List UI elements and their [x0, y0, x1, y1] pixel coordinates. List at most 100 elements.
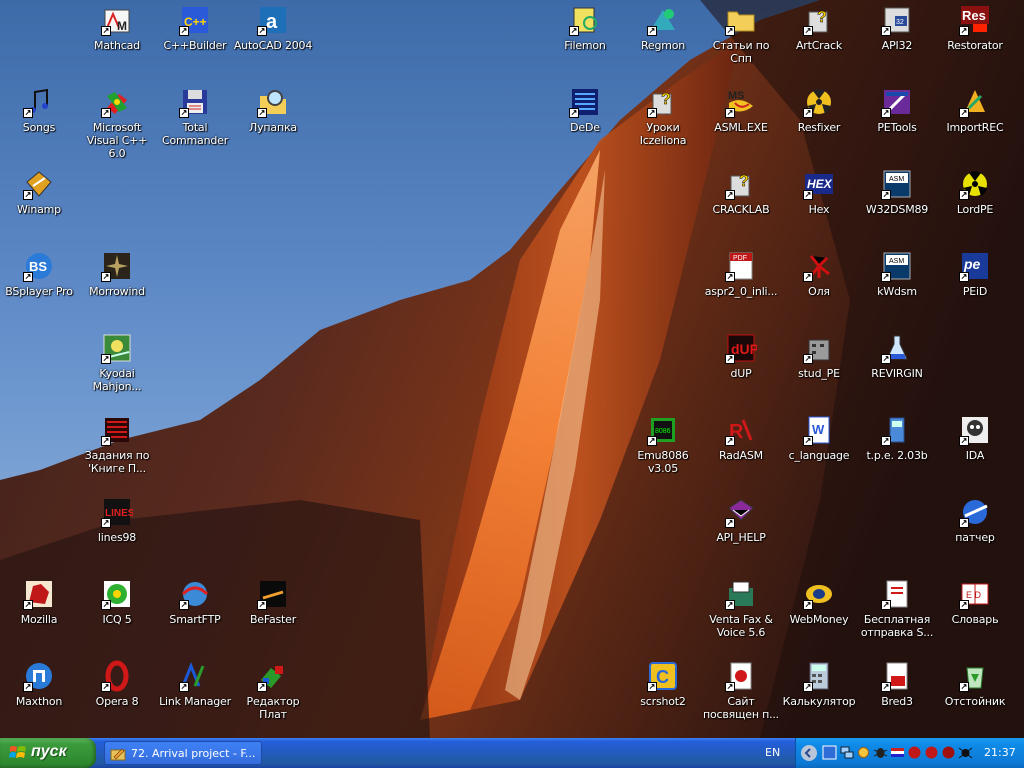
desktop-icon[interactable]: ↗ Microsoft Visual C++ 6.0: [76, 84, 158, 162]
desktop-icon[interactable]: ↗ Редактор Плат: [232, 658, 314, 736]
desktop-icon[interactable]: PDF ↗ aspr2_0_inli...: [700, 248, 782, 326]
desktop-icon[interactable]: ↗ Songs: [0, 84, 80, 162]
desktop-icon[interactable]: ↗ Kyodai Mahjon...: [76, 330, 158, 408]
tray-expand-icon[interactable]: [801, 745, 817, 761]
language-indicator[interactable]: EN: [765, 746, 780, 759]
desktop-icon[interactable]: ↗ Оля: [778, 248, 860, 326]
desktop-icon[interactable]: ↗ Filemon: [544, 2, 626, 80]
desktop-icon[interactable]: ↗ Total Commander: [154, 84, 236, 162]
asm-window-icon: ASM ↗: [881, 168, 913, 200]
book-icon: ↗: [725, 496, 757, 528]
desktop-icon[interactable]: ↗ Venta Fax & Voice 5.6: [700, 576, 782, 654]
desktop-icon[interactable]: ↗ Morrowind: [76, 248, 158, 326]
desktop-icon[interactable]: ↗ Mozilla: [0, 576, 80, 654]
html-page-icon: ↗: [725, 660, 757, 692]
desktop-icon[interactable]: ↗ Regmon: [622, 2, 704, 80]
desktop-icon[interactable]: ↗ DeDe: [544, 84, 626, 162]
desktop-icon[interactable]: ↗ ICQ 5: [76, 576, 158, 654]
desktop-icon[interactable]: W ↗ c_language: [778, 412, 860, 490]
importrec-icon: ↗: [959, 86, 991, 118]
desktop-icon[interactable]: ↗ Opera 8: [76, 658, 158, 736]
desktop-icon[interactable]: C ↗ scrshot2: [622, 658, 704, 736]
desktop-icon-label: BeFaster: [249, 613, 297, 626]
shortcut-arrow-icon: ↗: [959, 682, 969, 692]
desktop-icon[interactable]: ↗ Maxthon: [0, 658, 80, 736]
desktop-icon-label: Отстойник: [944, 695, 1006, 708]
desktop-icon[interactable]: ↗ stud_PE: [778, 330, 860, 408]
help-icon: ? ↗: [725, 168, 757, 200]
clock[interactable]: 21:37: [984, 746, 1016, 759]
desktop-icon[interactable]: ↗ Лупапка: [232, 84, 314, 162]
desktop-icon-label: Bred3: [881, 695, 913, 708]
desktop-icon-label: W32DSM89: [865, 203, 929, 216]
tray-red-ball-icon[interactable]: [907, 745, 922, 760]
tray-red-ball-icon-3[interactable]: [941, 745, 956, 760]
desktop-icon[interactable]: ↗ Калькулятор: [778, 658, 860, 736]
tray-red-ball-icon-2[interactable]: [924, 745, 939, 760]
desktop-icon[interactable]: ↗ Отстойник: [934, 658, 1016, 736]
desktop-icon[interactable]: E D ↗ Словарь: [934, 576, 1016, 654]
svg-text:8086: 8086: [655, 428, 671, 435]
desktop-icon[interactable]: LINES ↗ lines98: [76, 494, 158, 572]
morrowind-icon: ↗: [101, 250, 133, 282]
desktop-icon[interactable]: M ↗ Mathcad: [76, 2, 158, 80]
desktop-icon[interactable]: ↗ Статьи по Спп: [700, 2, 782, 80]
shortcut-arrow-icon: ↗: [101, 436, 111, 446]
desktop-icon[interactable]: ASM ↗ kWdsm: [856, 248, 938, 326]
desktop-icon[interactable]: ? ↗ CRACKLAB: [700, 166, 782, 244]
desktop-icon[interactable]: ↗ Bred3: [856, 658, 938, 736]
desktop-icon[interactable]: ↗ IDA: [934, 412, 1016, 490]
taskbar-button-arrival-project[interactable]: 72. Arrival project - F...: [104, 741, 262, 765]
desktop-icon[interactable]: Res ↗ Restorator: [934, 2, 1016, 80]
desktop-icon[interactable]: R ↗ RadASM: [700, 412, 782, 490]
lines-document-icon: ↗: [101, 414, 133, 446]
desktop-icon[interactable]: ↗ WebMoney: [778, 576, 860, 654]
desktop-icon[interactable]: ↗ BeFaster: [232, 576, 314, 654]
desktop-icon[interactable]: ↗ Resfixer: [778, 84, 860, 162]
tray-bug-icon[interactable]: [873, 745, 888, 760]
desktop-icon[interactable]: a ↗ AutoCAD 2004: [232, 2, 314, 80]
desktop[interactable]: M ↗ Mathcad C++ ↗ C++Builder a ↗ AutoCAD 2004 ↗ Fi…: [0, 0, 1024, 738]
desktop-icon-label: AutoCAD 2004: [233, 39, 313, 52]
start-button[interactable]: пуск: [0, 738, 96, 768]
desktop-icon[interactable]: ? ↗ Уроки Iczeliona: [622, 84, 704, 162]
tray-blue-square-icon[interactable]: [822, 745, 837, 760]
desktop-icon[interactable]: HEX ↗ Hex: [778, 166, 860, 244]
desktop-icon[interactable]: ↗ ImportREC: [934, 84, 1016, 162]
desktop-icon[interactable]: ↗ Winamp: [0, 166, 80, 244]
desktop-icon[interactable]: ↗ REVIRGIN: [856, 330, 938, 408]
tray-flag-icon[interactable]: [890, 745, 905, 760]
shortcut-arrow-icon: ↗: [257, 682, 267, 692]
bsplayer-icon: BS ↗: [23, 250, 55, 282]
desktop-icon[interactable]: dUP ↗ dUP: [700, 330, 782, 408]
tray-network-icon[interactable]: [839, 745, 854, 760]
desktop-icon[interactable]: 32 ↗ API32: [856, 2, 938, 80]
desktop-icon[interactable]: ↗ API_HELP: [700, 494, 782, 572]
desktop-icon[interactable]: ↗ Сайт посвящен п...: [700, 658, 782, 736]
shortcut-arrow-icon: ↗: [803, 682, 813, 692]
desktop-icon[interactable]: ↗ SmartFTP: [154, 576, 236, 654]
desktop-icon[interactable]: BS ↗ BSplayer Pro: [0, 248, 80, 326]
desktop-icon-label: Редактор Плат: [246, 695, 300, 721]
desktop-icon[interactable]: ASM ↗ W32DSM89: [856, 166, 938, 244]
desktop-icon[interactable]: 8086 ↗ Emu8086 v3.05: [622, 412, 704, 490]
desktop-icon[interactable]: ? ↗ ArtCrack: [778, 2, 860, 80]
tray-sun-icon[interactable]: [856, 745, 871, 760]
desktop-icon-label: Словарь: [951, 613, 999, 626]
api32-icon: 32 ↗: [881, 4, 913, 36]
desktop-icon[interactable]: pe ↗ PEiD: [934, 248, 1016, 326]
desktop-icon[interactable]: ↗ Link Manager: [154, 658, 236, 736]
dede-icon: ↗: [569, 86, 601, 118]
shortcut-arrow-icon: ↗: [179, 26, 189, 36]
desktop-icon[interactable]: ↗ патчер: [934, 494, 1016, 572]
desktop-icon[interactable]: ↗ Бесплатная отправка S...: [856, 576, 938, 654]
shortcut-arrow-icon: ↗: [881, 354, 891, 364]
tray-spider-icon[interactable]: [958, 745, 973, 760]
desktop-icon[interactable]: C++ ↗ C++Builder: [154, 2, 236, 80]
desktop-icon[interactable]: ↗ Задания по 'Книге П...: [76, 412, 158, 490]
lines98-icon: LINES ↗: [101, 496, 133, 528]
desktop-icon[interactable]: ↗ LordPE: [934, 166, 1016, 244]
desktop-icon[interactable]: ↗ t.p.e. 2.03b: [856, 412, 938, 490]
desktop-icon[interactable]: MS ↗ ASML.EXE: [700, 84, 782, 162]
desktop-icon[interactable]: ↗ PETools: [856, 84, 938, 162]
